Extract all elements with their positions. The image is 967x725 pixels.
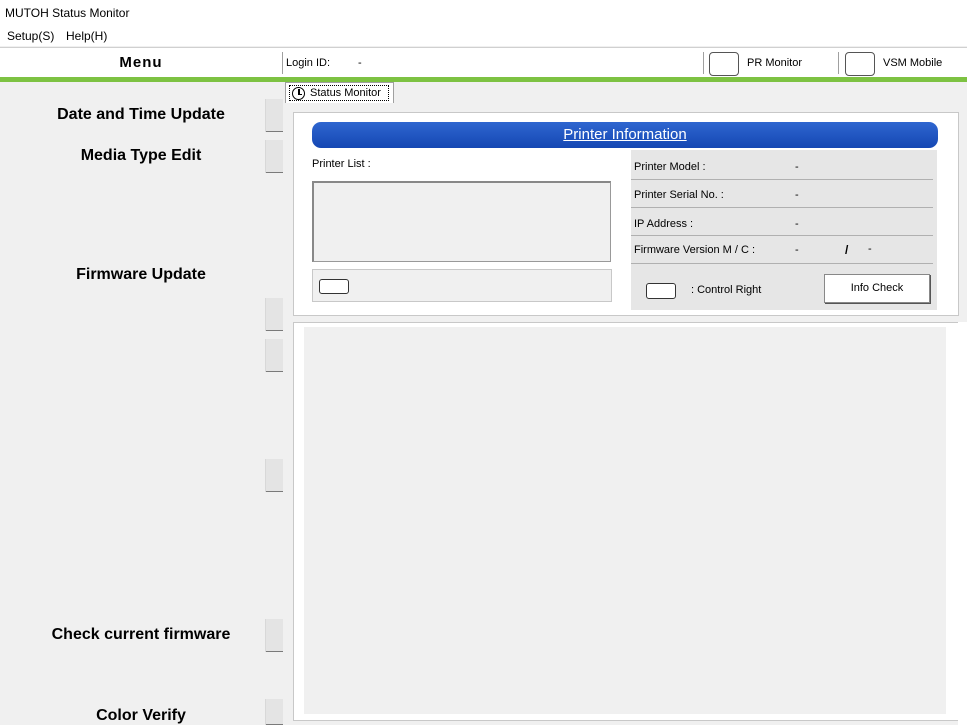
tab-label: Status Monitor	[310, 87, 381, 99]
sidebar-button[interactable]	[265, 699, 283, 725]
divider	[631, 207, 933, 208]
sidebar-item-media-type-edit[interactable]: Media Type Edit	[0, 147, 282, 165]
vsm-mobile-button[interactable]	[845, 52, 875, 76]
divider	[631, 263, 933, 264]
sidebar-item-check-current-firmware[interactable]: Check current firmware	[0, 626, 282, 644]
login-id-value: -	[358, 57, 362, 69]
pr-monitor-label: PR Monitor	[747, 57, 803, 69]
printer-list[interactable]	[312, 181, 611, 262]
divider	[631, 235, 933, 236]
sidebar-button[interactable]	[265, 339, 283, 372]
printer-model-label: Printer Model :	[634, 161, 706, 173]
vertical-scrollbar[interactable]	[958, 322, 967, 725]
tab-status-monitor[interactable]: Status Monitor	[285, 82, 394, 103]
printer-information-header: Printer Information	[312, 122, 938, 148]
printer-serial-value: -	[795, 189, 799, 201]
title-bar: MUTOH Status Monitor	[0, 0, 967, 26]
sidebar: Date and Time Update Media Type Edit Fir…	[0, 82, 283, 725]
ip-address-label: IP Address :	[634, 218, 694, 230]
menu-title: Menu	[119, 54, 163, 71]
divider	[631, 179, 933, 180]
sidebar-button[interactable]	[265, 619, 283, 652]
sidebar-button[interactable]	[265, 140, 283, 173]
firmware-version-label: Firmware Version M / C :	[634, 244, 756, 256]
printer-information-title[interactable]: Printer Information	[312, 126, 938, 143]
printer-list-footer	[312, 269, 612, 302]
login-id-label: Login ID:	[286, 57, 331, 69]
menu-help-label: Help(H)	[66, 29, 108, 43]
firmware-version-c-value: -	[868, 243, 872, 255]
firmware-version-separator: /	[845, 243, 849, 257]
clock-icon	[292, 87, 305, 100]
ip-address-value: -	[795, 218, 799, 230]
menu-help[interactable]: Help(H)	[66, 29, 107, 43]
sidebar-button[interactable]	[265, 99, 283, 132]
sidebar-button[interactable]	[265, 298, 283, 331]
sidebar-button[interactable]	[265, 459, 283, 492]
sidebar-item-color-verify[interactable]: Color Verify	[0, 707, 282, 725]
header-divider	[703, 52, 704, 74]
vsm-mobile-label: VSM Mobile	[883, 57, 943, 69]
sidebar-item-firmware-update[interactable]: Firmware Update	[0, 266, 282, 284]
window-title: MUTOH Status Monitor	[5, 6, 130, 20]
menu-setup-label: Setup(S)	[7, 29, 55, 43]
menu-setup[interactable]: Setup(S)	[7, 29, 54, 43]
header-divider	[838, 52, 839, 74]
sidebar-item-date-time-update[interactable]: Date and Time Update	[0, 106, 282, 124]
info-check-button[interactable]: Info Check	[824, 274, 930, 303]
tab-focus-outline: Status Monitor	[289, 85, 389, 101]
printer-details: Printer Model : - Printer Serial No. : -…	[631, 150, 937, 310]
printer-list-button[interactable]	[319, 279, 349, 294]
printer-model-value: -	[795, 161, 799, 173]
header-bar: Menu Login ID: - PR Monitor VSM Mobile	[0, 47, 967, 78]
control-right-label: : Control Right	[691, 284, 762, 296]
printer-list-label: Printer List :	[312, 158, 371, 170]
printer-information-panel: Printer Information Printer List : Print…	[293, 112, 959, 316]
printer-serial-label: Printer Serial No. :	[634, 189, 724, 201]
control-right-indicator	[646, 283, 676, 299]
pr-monitor-button[interactable]	[709, 52, 739, 76]
firmware-version-m-value: -	[795, 244, 799, 256]
status-display-panel	[293, 322, 959, 721]
header-divider	[282, 52, 283, 74]
menu-bar: Setup(S) Help(H)	[0, 26, 967, 46]
status-display-area	[304, 327, 946, 714]
